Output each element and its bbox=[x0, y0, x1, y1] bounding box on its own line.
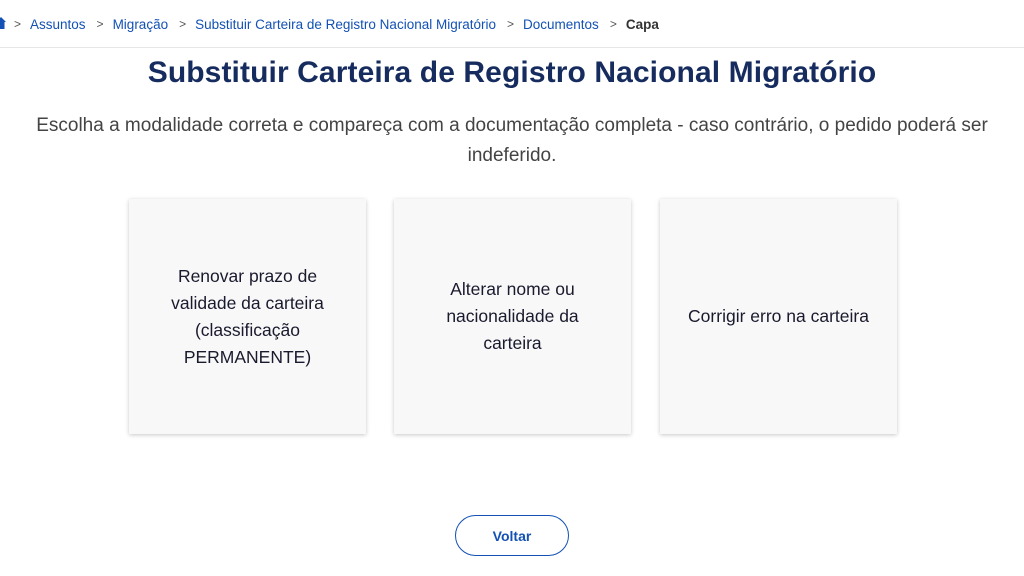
breadcrumb-item-substituir-carteira[interactable]: Substituir Carteira de Registro Nacional… bbox=[195, 17, 496, 32]
breadcrumb: > Assuntos > Migração > Substituir Carte… bbox=[0, 0, 1024, 48]
option-card-label: Renovar prazo de validade da carteira (c… bbox=[171, 265, 324, 367]
option-card-alterar[interactable]: Alterar nome ou nacionalidade da carteir… bbox=[394, 199, 631, 434]
breadcrumb-item-migracao[interactable]: Migração bbox=[113, 17, 169, 32]
option-card-label: Corrigir erro na carteira bbox=[688, 306, 869, 326]
breadcrumb-separator: > bbox=[14, 17, 22, 31]
page-subtitle: Escolha a modalidade correta e compareça… bbox=[36, 115, 988, 166]
breadcrumb-separator: > bbox=[609, 17, 617, 31]
breadcrumb-separator: > bbox=[179, 17, 187, 31]
breadcrumb-current: Capa bbox=[625, 16, 659, 32]
page-title: Substituir Carteira de Registro Nacional… bbox=[147, 56, 877, 89]
breadcrumb-separator: > bbox=[507, 17, 515, 31]
home-icon[interactable] bbox=[0, 17, 6, 29]
breadcrumb-separator: > bbox=[96, 17, 104, 31]
option-card-corrigir[interactable]: Corrigir erro na carteira bbox=[660, 199, 897, 434]
option-card-label: Alterar nome ou nacionalidade da carteir… bbox=[446, 279, 579, 353]
back-button[interactable]: Voltar bbox=[455, 515, 569, 556]
option-card-renovar[interactable]: Renovar prazo de validade da carteira (c… bbox=[129, 199, 366, 434]
page: > Assuntos > Migração > Substituir Carte… bbox=[0, 0, 1024, 576]
breadcrumb-item-documentos[interactable]: Documentos bbox=[523, 17, 599, 32]
breadcrumb-item-assuntos[interactable]: Assuntos bbox=[30, 17, 86, 32]
breadcrumb-trail: > Assuntos > Migração > Substituir Carte… bbox=[14, 0, 659, 48]
